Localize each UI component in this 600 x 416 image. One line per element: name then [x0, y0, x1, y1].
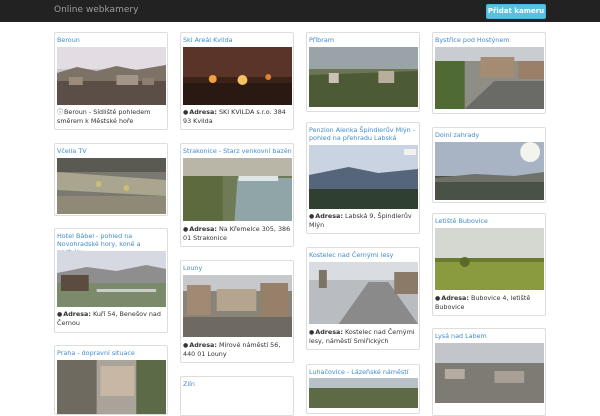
camera-thumbnail[interactable]	[57, 360, 166, 414]
camera-thumbnail[interactable]	[435, 142, 544, 200]
camera-address: ●Adresa: Kuří 54, Benešov nad Černou	[57, 310, 161, 327]
camera-address: ●Adresa: Na Křemelce 305, 386 01 Strakon…	[183, 225, 291, 242]
camera-card-beroun[interactable]: Beroun ⓘBeroun - Sídliště pohledem směre…	[54, 32, 168, 130]
camera-address: ●Adresa: Labská 9, Špindlerův Mlýn	[309, 212, 412, 229]
map-marker-icon: ●	[309, 329, 315, 336]
camera-thumbnail[interactable]	[309, 378, 418, 408]
camera-title[interactable]: Luhačovice - Lázeňské náměstí	[309, 368, 419, 376]
camera-card-lysa-nad-labem[interactable]: Lysá nad Labem	[432, 328, 546, 416]
camera-address: ●Adresa: SKI KVILDA s.r.o. 384 93 Kvilda	[183, 108, 286, 125]
camera-address: ●Adresa: Mírové náměstí 56, 440 01 Louny	[183, 341, 281, 358]
camera-title[interactable]: Lysá nad Labem	[435, 332, 545, 340]
camera-title[interactable]: Louny	[183, 264, 293, 272]
camera-title[interactable]: Letiště Bubovice	[435, 217, 545, 225]
camera-title[interactable]: Ski Areál Kvilda	[183, 36, 293, 44]
camera-card-pribram[interactable]: Příbram	[306, 32, 420, 112]
camera-card-strakonice[interactable]: Strakonice - Starz venkovní bazén ●Adres…	[180, 143, 294, 247]
add-camera-button[interactable]: Přidat kameru	[486, 4, 546, 19]
camera-title[interactable]: Strakonice - Starz venkovní bazén	[183, 147, 293, 155]
camera-thumbnail[interactable]	[183, 47, 292, 105]
camera-title[interactable]: Dolní zahrady	[435, 131, 545, 139]
map-marker-icon: ●	[183, 109, 189, 116]
info-circle-icon: ⓘ	[57, 109, 64, 116]
camera-title[interactable]: Zlín	[183, 380, 293, 388]
camera-title[interactable]: Penzion Alenka Špindlerův Mlýn - pohled …	[309, 126, 419, 142]
map-marker-icon: ●	[183, 342, 189, 349]
camera-card-penzion-alenka[interactable]: Penzion Alenka Špindlerův Mlýn - pohled …	[306, 122, 420, 234]
camera-address: ●Adresa: Kostelec nad Černými lesy, námě…	[309, 328, 415, 345]
camera-card-letiste-bubovice[interactable]: Letiště Bubovice ●Adresa: Bubovice 4, le…	[432, 213, 546, 316]
camera-thumbnail[interactable]	[309, 262, 418, 324]
map-marker-icon: ●	[435, 295, 441, 302]
camera-card-bystrice[interactable]: Bystřice pod Hostýnem	[432, 32, 546, 114]
camera-card-dolni-zahrady[interactable]: Dolní zahrady	[432, 127, 546, 203]
camera-thumbnail[interactable]	[309, 145, 418, 209]
camera-title[interactable]: Příbram	[309, 36, 419, 44]
camera-card-kostelec[interactable]: Kostelec nad Černými lesy ●Adresa: Koste…	[306, 247, 420, 350]
camera-thumbnail[interactable]	[57, 251, 166, 307]
camera-card-hotel-babel[interactable]: Hotel Bábel - pohled na Novohradské hory…	[54, 228, 168, 333]
camera-address: ●Adresa: Bubovice 4, letiště Bubovice	[435, 294, 531, 311]
camera-thumbnail[interactable]	[435, 343, 544, 403]
camera-thumbnail[interactable]	[435, 228, 544, 290]
camera-card-praha[interactable]: Praha - dopravní situace	[54, 345, 168, 415]
camera-thumbnail[interactable]	[435, 47, 544, 109]
camera-description: ⓘBeroun - Sídliště pohledem směrem k Měs…	[57, 108, 151, 125]
camera-thumbnail[interactable]	[183, 275, 292, 337]
camera-thumbnail[interactable]	[57, 47, 166, 105]
camera-title[interactable]: Praha - dopravní situace	[57, 349, 167, 357]
site-brand[interactable]: Online webkamery	[54, 5, 138, 15]
camera-title[interactable]: Bystřice pod Hostýnem	[435, 36, 545, 44]
camera-card-louny[interactable]: Louny ●Adresa: Mírové náměstí 56, 440 01…	[180, 260, 294, 363]
map-marker-icon: ●	[183, 226, 189, 233]
camera-thumbnail[interactable]	[183, 158, 292, 221]
map-marker-icon: ●	[57, 311, 63, 318]
camera-thumbnail[interactable]	[309, 47, 418, 107]
camera-thumbnail[interactable]	[57, 158, 166, 214]
camera-title[interactable]: Kostelec nad Černými lesy	[309, 251, 419, 259]
camera-title[interactable]: Včelia TV	[57, 147, 167, 155]
navbar: Online webkamery Přidat kameru	[0, 0, 600, 22]
camera-title[interactable]: Beroun	[57, 36, 167, 44]
camera-card-vcelia-tv[interactable]: Včelia TV	[54, 143, 168, 216]
camera-card-zlin[interactable]: Zlín	[180, 376, 294, 416]
map-marker-icon: ●	[309, 213, 315, 220]
camera-card-ski-kvilda[interactable]: Ski Areál Kvilda ●Adresa: SKI KVILDA s.r…	[180, 32, 294, 130]
camera-card-luhacovice[interactable]: Luhačovice - Lázeňské náměstí	[306, 364, 420, 414]
